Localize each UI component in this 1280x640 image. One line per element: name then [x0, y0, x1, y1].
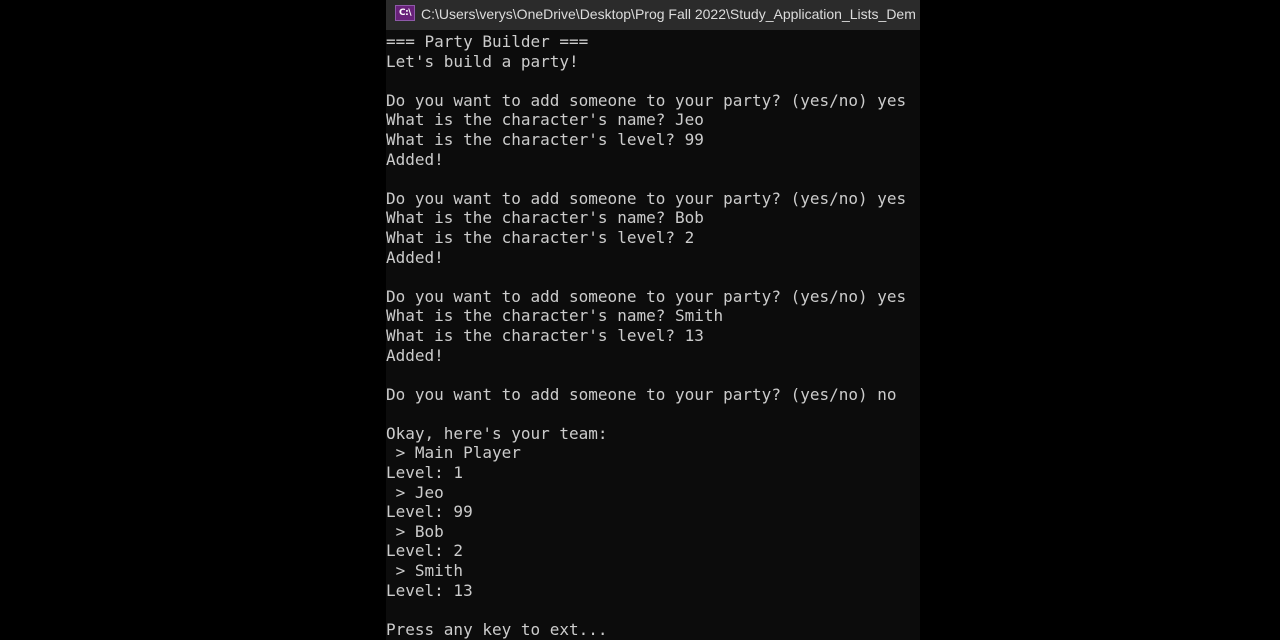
console-line: Level: 99 [386, 502, 473, 522]
console-line: What is the character's level? 2 [386, 227, 695, 247]
window-title: C:\Users\verys\OneDrive\Desktop\Prog Fal… [421, 6, 916, 22]
console-line: > Bob [386, 521, 444, 541]
console-line: > Main Player [386, 443, 521, 463]
console-line: Added! [386, 149, 444, 169]
console-line: Level: 1 [386, 463, 464, 483]
console-line: Do you want to add someone to your party… [386, 90, 907, 110]
console-line: Level: 13 [386, 580, 473, 600]
console-line: What is the character's level? 99 [386, 129, 704, 149]
console-line: Level: 2 [386, 541, 464, 561]
console-line: What is the character's name? Jeo [386, 110, 704, 130]
console-line: Let's build a party! [386, 51, 579, 71]
console-line: Do you want to add someone to your party… [386, 384, 897, 404]
console-app-icon: C:\ [395, 5, 415, 21]
console-line: Do you want to add someone to your party… [386, 188, 907, 208]
console-line: > Jeo [386, 482, 444, 502]
console-line: Okay, here's your team: [386, 423, 608, 443]
console-output[interactable]: === Party Builder === Let's build a party… [386, 32, 920, 639]
console-line: Added! [386, 247, 444, 267]
console-window[interactable]: C:\ C:\Users\verys\OneDrive\Desktop\Prog… [386, 0, 920, 640]
console-line: What is the character's level? 13 [386, 325, 704, 345]
console-line: Press any key to ext... [386, 619, 608, 639]
console-line: Do you want to add someone to your party… [386, 286, 907, 306]
console-line: What is the character's name? Smith [386, 306, 724, 326]
console-line: === Party Builder === [386, 32, 589, 51]
screen: C:\ C:\Users\verys\OneDrive\Desktop\Prog… [0, 0, 1280, 640]
title-bar[interactable]: C:\ C:\Users\verys\OneDrive\Desktop\Prog… [386, 0, 920, 30]
console-line: > Smith [386, 561, 464, 581]
console-line: Added! [386, 345, 444, 365]
console-line: What is the character's name? Bob [386, 208, 704, 228]
